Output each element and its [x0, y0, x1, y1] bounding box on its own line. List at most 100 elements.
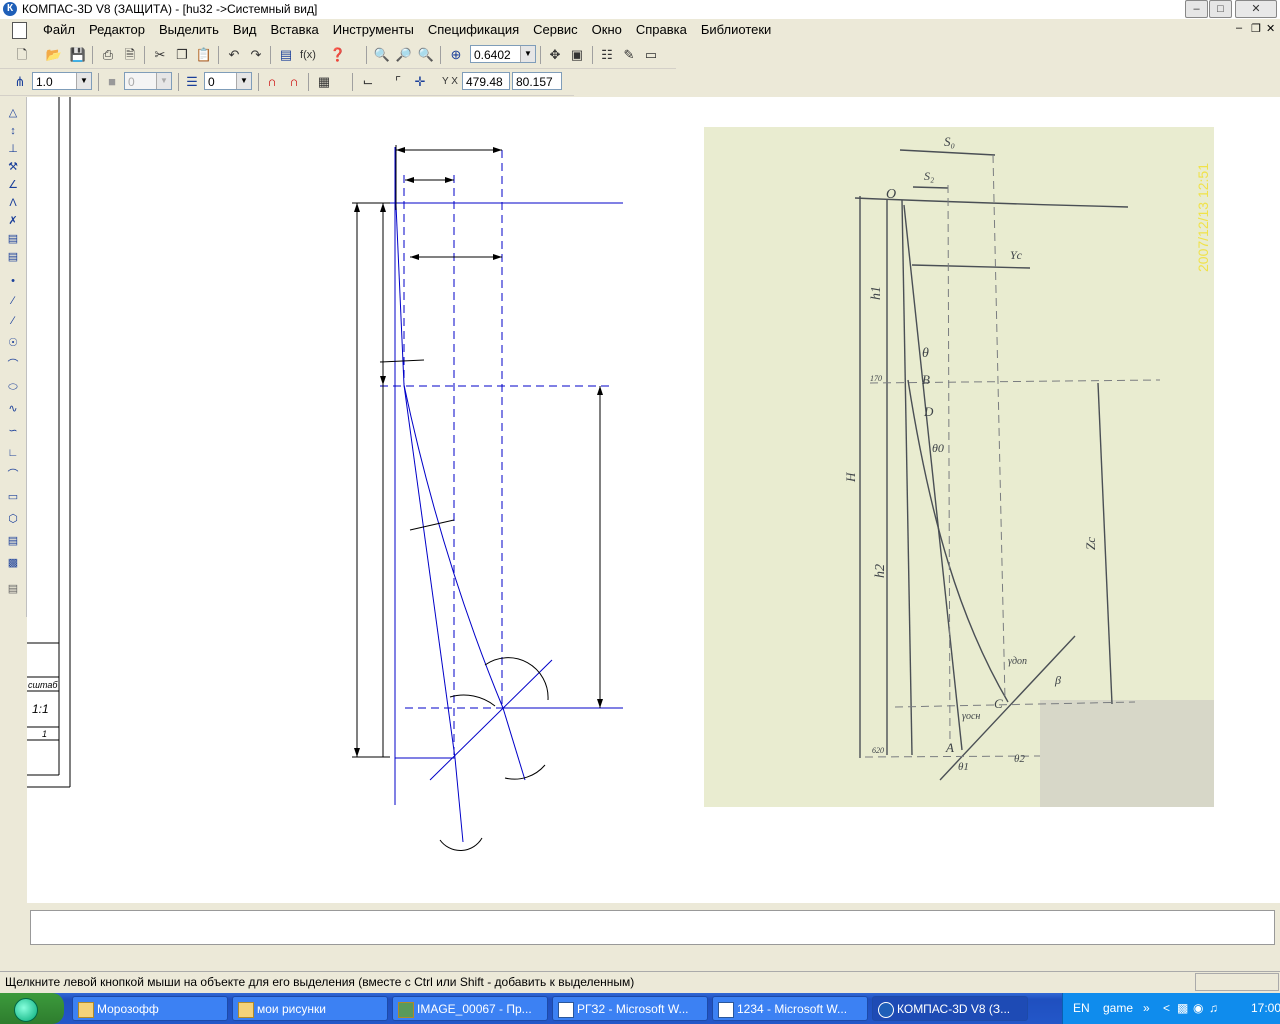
chamfer-icon[interactable]: ∟: [5, 445, 21, 461]
cut-icon[interactable]: ✂: [150, 45, 170, 65]
refresh-icon[interactable]: ☷: [597, 45, 617, 65]
doc-close-button[interactable]: ✕: [1266, 22, 1275, 35]
properties-icon[interactable]: ✎: [619, 45, 639, 65]
save-icon[interactable]: 💾: [68, 45, 88, 65]
variables-icon[interactable]: ▤: [276, 45, 296, 65]
arc-icon[interactable]: ⌒: [5, 357, 21, 373]
menu-tools[interactable]: Инструменты: [326, 22, 421, 37]
point-icon[interactable]: •: [5, 273, 21, 289]
undo-icon[interactable]: ↶: [224, 45, 244, 65]
circle-icon[interactable]: ☉: [5, 335, 21, 351]
menu-help[interactable]: Справка: [629, 22, 694, 37]
coord-x-field[interactable]: 479.48: [462, 72, 510, 90]
dropdown-arrow-icon[interactable]: ▼: [76, 73, 91, 89]
maximize-button[interactable]: □: [1209, 0, 1232, 18]
task-word-rgz2[interactable]: РГЗ2 - Microsoft W...: [552, 996, 708, 1021]
collection-icon[interactable]: ▤: [5, 581, 21, 597]
menu-insert[interactable]: Вставка: [263, 22, 325, 37]
menu-specification[interactable]: Спецификация: [421, 22, 526, 37]
pan-icon[interactable]: ✥: [545, 45, 565, 65]
chevron-icon[interactable]: »: [1143, 1001, 1150, 1015]
menu-service[interactable]: Сервис: [526, 22, 585, 37]
clock[interactable]: 17:00: [1251, 1001, 1280, 1015]
coord-y-field[interactable]: 80.157: [512, 72, 562, 90]
segment-icon[interactable]: ∕: [5, 313, 21, 329]
spline-icon[interactable]: ∿: [5, 401, 21, 417]
window-title: КОМПАС-3D V8 (ЗАЩИТА) - [hu32 ->Системны…: [22, 2, 318, 16]
menu-window[interactable]: Окно: [585, 22, 629, 37]
doc-restore-button[interactable]: ❐: [1251, 22, 1261, 35]
zoom-in-icon[interactable]: 🔍: [372, 45, 392, 65]
ortho-icon[interactable]: ⌙: [358, 72, 378, 92]
function-icon[interactable]: f(x): [298, 45, 318, 65]
stamp-label: сштаб: [28, 680, 58, 690]
report-icon[interactable]: ▤: [5, 249, 21, 265]
drawing-sheet[interactable]: сштаб 1:1 1 S₀ S₂ O Yc h1 θ 170 B D θ0 H…: [27, 97, 1280, 903]
grid-icon[interactable]: ▦: [314, 72, 334, 92]
menu-select[interactable]: Выделить: [152, 22, 226, 37]
document-icon[interactable]: [12, 22, 27, 39]
open-icon[interactable]: 📂: [44, 45, 64, 65]
dropdown-arrow-icon[interactable]: ▼: [236, 73, 251, 89]
redo-icon[interactable]: ↷: [246, 45, 266, 65]
local-snap-icon[interactable]: ∩: [284, 72, 304, 92]
hatch-icon[interactable]: ▤: [5, 533, 21, 549]
ellipse-icon[interactable]: ⬭: [5, 379, 21, 395]
measure-icon[interactable]: Λ: [5, 195, 21, 211]
menu-libraries[interactable]: Библиотеки: [694, 22, 778, 37]
zoom-combo[interactable]: 0.6402 ▼: [470, 45, 536, 63]
task-my-pictures[interactable]: мои рисунки: [232, 996, 388, 1021]
polyline-icon[interactable]: ∽: [5, 423, 21, 439]
task-image-viewer[interactable]: IMAGE_00067 - Пр...: [392, 996, 548, 1021]
task-word-1234[interactable]: 1234 - Microsoft W...: [712, 996, 868, 1021]
scale-combo[interactable]: 1.0 ▼: [32, 72, 92, 90]
round-icon[interactable]: ⌜: [388, 72, 408, 92]
property-panel[interactable]: [30, 910, 1275, 945]
menu-file[interactable]: Файл: [36, 22, 82, 37]
menu-edit[interactable]: Редактор: [82, 22, 152, 37]
task-morozoff[interactable]: Морозофф: [72, 996, 228, 1021]
select-icon[interactable]: ✗: [5, 213, 21, 229]
local-cs-icon[interactable]: ⋔: [10, 72, 30, 92]
layer-combo[interactable]: 0 ▼: [204, 72, 252, 90]
geometry-icon[interactable]: △: [5, 105, 21, 121]
start-button[interactable]: [0, 993, 64, 1024]
show-all-icon[interactable]: ▣: [567, 45, 587, 65]
copy-icon[interactable]: ❐: [172, 45, 192, 65]
language-indicator[interactable]: EN: [1073, 1001, 1090, 1015]
tray-network-icon[interactable]: ▩: [1177, 1001, 1188, 1015]
show-hidden-icon[interactable]: <: [1163, 1001, 1170, 1015]
snap-magnet-icon[interactable]: ∩: [262, 72, 282, 92]
spec-icon[interactable]: ▤: [5, 231, 21, 247]
tray-shield-icon[interactable]: ◉: [1193, 1001, 1203, 1015]
cursor-coord-icon[interactable]: ✛: [410, 72, 430, 92]
auxiliary-line-icon[interactable]: ∕: [5, 293, 21, 309]
minimize-button[interactable]: –: [1185, 0, 1208, 18]
new-document-icon[interactable]: 🗋: [12, 45, 32, 65]
drawing-canvas[interactable]: сштаб 1:1 1 S₀ S₂ O Yc h1 θ 170 B D θ0 H…: [27, 97, 1280, 903]
print-preview-icon[interactable]: 🗎: [120, 45, 140, 65]
task-kompas[interactable]: КОМПАС-3D V8 (З...: [872, 996, 1028, 1021]
parametrization-icon[interactable]: ∠: [5, 177, 21, 193]
fill-icon[interactable]: ▩: [5, 555, 21, 571]
paste-icon[interactable]: 📋: [194, 45, 214, 65]
tray-volume-icon[interactable]: ♫: [1209, 1001, 1218, 1015]
dimensions-icon[interactable]: ↕: [5, 123, 21, 139]
app-icon[interactable]: К: [3, 2, 17, 16]
fillet-icon[interactable]: ⌒: [5, 467, 21, 483]
zoom-scale-icon[interactable]: ⊕: [446, 45, 466, 65]
close-button[interactable]: ✕: [1235, 0, 1277, 18]
zoom-window-icon[interactable]: 🔎: [394, 45, 414, 65]
panel-icon[interactable]: ▭: [641, 45, 661, 65]
zoom-out-icon[interactable]: 🔍: [416, 45, 436, 65]
doc-minimize-button[interactable]: –: [1236, 22, 1242, 34]
print-icon[interactable]: ⎙: [98, 45, 118, 65]
menu-view[interactable]: Вид: [226, 22, 264, 37]
symbols-icon[interactable]: ⊥: [5, 141, 21, 157]
edit-icon[interactable]: ⚒: [5, 159, 21, 175]
rectangle-icon[interactable]: ▭: [5, 489, 21, 505]
help-pointer-icon[interactable]: ❓: [328, 45, 348, 65]
layers-icon[interactable]: ☰: [182, 72, 202, 92]
dropdown-arrow-icon[interactable]: ▼: [520, 46, 535, 62]
polygon-icon[interactable]: ⬡: [5, 511, 21, 527]
